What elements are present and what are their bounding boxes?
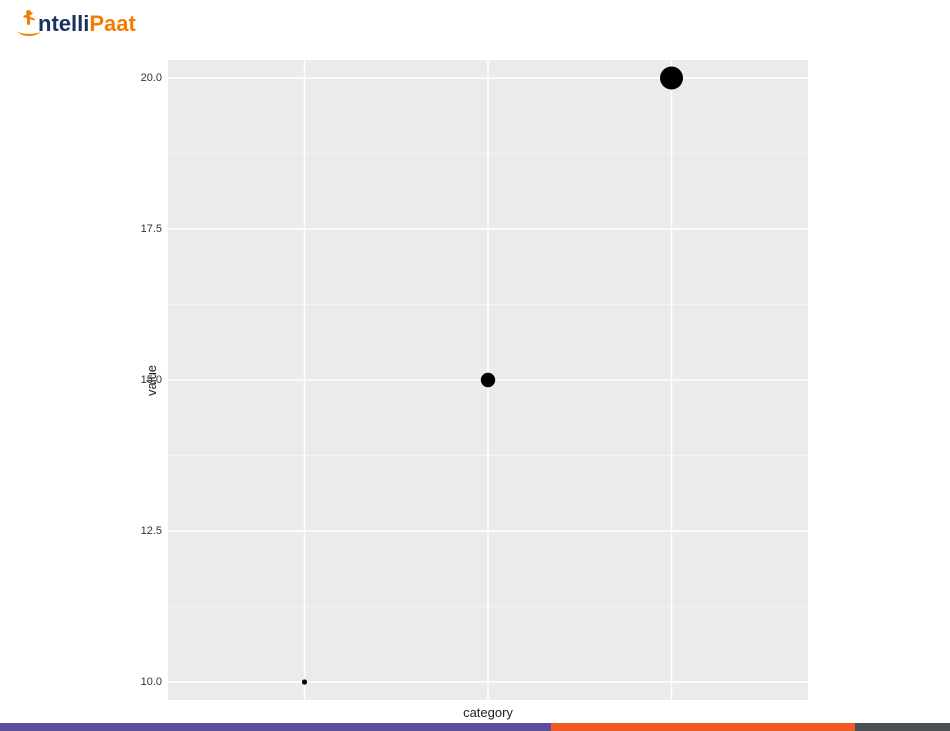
scatter-plot [168, 60, 808, 700]
footer-stripe-grey [855, 723, 950, 731]
footer-stripe-purple [0, 723, 551, 731]
brand-logo: ntelli Paat [20, 10, 136, 38]
chart-panel [168, 60, 808, 700]
data-point-b [481, 373, 495, 387]
footer-stripe [0, 723, 950, 731]
data-point-a [302, 679, 307, 684]
x-axis-title: category [168, 705, 808, 720]
logo-text-1: ntelli [38, 11, 89, 37]
logo-text-2: Paat [89, 11, 135, 37]
data-point-c [660, 67, 683, 90]
logo-figure-icon [20, 10, 40, 38]
footer-stripe-orange [551, 723, 855, 731]
